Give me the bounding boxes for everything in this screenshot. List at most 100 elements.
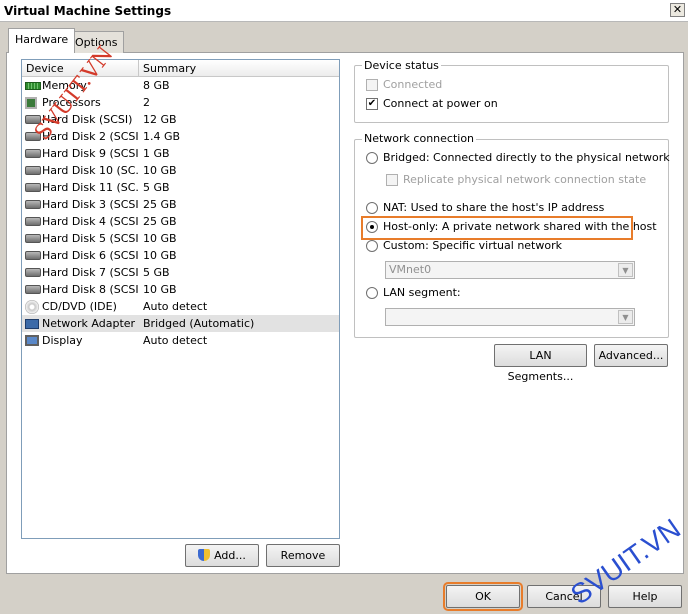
nat-label: NAT: Used to share the host's IP address [383, 201, 605, 214]
summary-cell: 10 GB [143, 232, 177, 245]
device-cell: Hard Disk 11 (SC... [22, 181, 139, 194]
summary-cell: Auto detect [143, 334, 208, 347]
custom-label: Custom: Specific virtual network [383, 239, 562, 252]
device-status-group [354, 65, 669, 123]
list-header: Device Summary [22, 60, 339, 77]
summary-cell: 1 GB [143, 147, 170, 160]
summary-cell: 1.4 GB [143, 130, 181, 143]
lan-segment-radio[interactable]: LAN segment: [366, 286, 461, 299]
title-bar: Virtual Machine Settings ✕ [0, 0, 688, 22]
device-cell: Hard Disk 6 (SCSI) [22, 249, 139, 262]
bridged-radio[interactable]: Bridged: Connected directly to the physi… [366, 151, 670, 164]
summary-cell: 2 [143, 96, 150, 109]
summary-cell: 8 GB [143, 79, 170, 92]
network-connection-title: Network connection [362, 132, 477, 145]
radio-circle-selected [366, 220, 378, 233]
device-name: Hard Disk 4 (SCSI) [42, 215, 139, 228]
remove-button[interactable]: Remove [266, 544, 340, 567]
window-title: Virtual Machine Settings [4, 4, 172, 18]
help-button[interactable]: Help [608, 585, 682, 608]
close-button[interactable]: ✕ [670, 3, 685, 17]
device-cell: Hard Disk 7 (SCSI) [22, 266, 139, 279]
table-row[interactable]: Network Adapter Bridged (Automatic) [22, 315, 339, 332]
device-cell: Hard Disk 9 (SCSI) [22, 147, 139, 160]
device-name: Hard Disk 3 (SCSI) [42, 198, 139, 211]
table-row[interactable]: Hard Disk 2 (SCSI) 1.4 GB [22, 128, 339, 145]
custom-radio[interactable]: Custom: Specific virtual network [366, 239, 562, 252]
vmnet-select[interactable]: VMnet0 ▼ [385, 261, 635, 279]
table-row[interactable]: Display Auto detect [22, 332, 339, 349]
replicate-checkbox[interactable]: Replicate physical network connection st… [386, 173, 646, 186]
device-cell: Hard Disk 5 (SCSI) [22, 232, 139, 245]
vmnet-value: VMnet0 [389, 263, 432, 276]
shield-icon [198, 549, 211, 561]
check-icon: ✔ [366, 97, 378, 110]
checkbox-box [366, 78, 378, 91]
host-only-label: Host-only: A private network shared with… [383, 220, 657, 233]
table-row[interactable]: CD/DVD (IDE) Auto detect [22, 298, 339, 315]
add-button[interactable]: Add... [185, 544, 259, 567]
connect-at-power-on-checkbox[interactable]: ✔ Connect at power on [366, 97, 498, 110]
device-cell: Display [22, 334, 139, 347]
summary-cell: 10 GB [143, 283, 177, 296]
radio-circle [366, 286, 378, 299]
column-header-summary[interactable]: Summary [139, 60, 339, 76]
table-row[interactable]: Hard Disk 6 (SCSI) 10 GB [22, 247, 339, 264]
lan-segment-select[interactable]: ▼ [385, 308, 635, 326]
add-button-label: Add... [214, 549, 246, 562]
radio-circle [366, 239, 378, 252]
summary-cell: 25 GB [143, 215, 177, 228]
summary-cell: 5 GB [143, 266, 170, 279]
hard-disk-icon [25, 166, 41, 175]
connected-checkbox[interactable]: Connected [366, 78, 442, 91]
hard-disk-icon [25, 149, 41, 158]
table-row[interactable]: Hard Disk 11 (SC... 5 GB [22, 179, 339, 196]
replicate-label: Replicate physical network connection st… [403, 173, 647, 186]
device-cell: Hard Disk 10 (SC... [22, 164, 139, 177]
device-name: Hard Disk 6 (SCSI) [42, 249, 139, 262]
device-list[interactable]: Device Summary Memory 8 GB Processors 2 Hard… [21, 59, 340, 539]
device-name: Hard Disk 5 (SCSI) [42, 232, 139, 245]
connect-at-power-on-label: Connect at power on [383, 97, 498, 110]
device-status-title: Device status [362, 59, 441, 72]
device-name: Hard Disk 11 (SC... [42, 181, 139, 194]
radio-circle [366, 151, 378, 164]
device-name: Hard Disk 8 (SCSI) [42, 283, 139, 296]
device-name: Hard Disk 7 (SCSI) [42, 266, 139, 279]
table-row[interactable]: Hard Disk 3 (SCSI) 25 GB [22, 196, 339, 213]
device-name: Display [42, 334, 83, 347]
summary-cell: Auto detect [143, 300, 208, 313]
summary-cell: Bridged (Automatic) [143, 317, 255, 330]
chevron-down-icon: ▼ [618, 263, 633, 277]
device-cell: Network Adapter [22, 317, 139, 330]
table-row[interactable]: Hard Disk 7 (SCSI) 5 GB [22, 264, 339, 281]
lan-segments-button[interactable]: LAN Segments... [494, 344, 587, 383]
advanced-button[interactable]: Advanced... [594, 344, 668, 367]
network-adapter-icon [25, 318, 39, 329]
summary-cell: 25 GB [143, 198, 177, 211]
ok-button[interactable]: OK [443, 582, 523, 611]
tab-hardware[interactable]: Hardware [8, 28, 76, 53]
summary-cell: 10 GB [143, 164, 177, 177]
device-cell: Hard Disk 8 (SCSI) [22, 283, 139, 296]
hard-disk-icon [25, 200, 41, 209]
connected-label: Connected [383, 78, 443, 91]
display-icon [25, 335, 39, 346]
host-only-radio[interactable]: Host-only: A private network shared with… [366, 220, 657, 233]
hard-disk-icon [25, 234, 41, 243]
table-row[interactable]: Hard Disk 5 (SCSI) 10 GB [22, 230, 339, 247]
table-row[interactable]: Hard Disk 9 (SCSI) 1 GB [22, 145, 339, 162]
lan-segment-label: LAN segment: [383, 286, 461, 299]
hard-disk-icon [25, 251, 41, 260]
table-row[interactable]: Hard Disk 10 (SC... 10 GB [22, 162, 339, 179]
device-name: Hard Disk 9 (SCSI) [42, 147, 139, 160]
memory-icon [25, 81, 41, 90]
summary-cell: 5 GB [143, 181, 170, 194]
table-row[interactable]: Hard Disk 8 (SCSI) 10 GB [22, 281, 339, 298]
hard-disk-icon [25, 217, 41, 226]
checkbox-box [386, 173, 398, 186]
hard-disk-icon [25, 285, 41, 294]
nat-radio[interactable]: NAT: Used to share the host's IP address [366, 201, 604, 214]
table-row[interactable]: Hard Disk 4 (SCSI) 25 GB [22, 213, 339, 230]
chevron-down-icon: ▼ [618, 310, 633, 324]
